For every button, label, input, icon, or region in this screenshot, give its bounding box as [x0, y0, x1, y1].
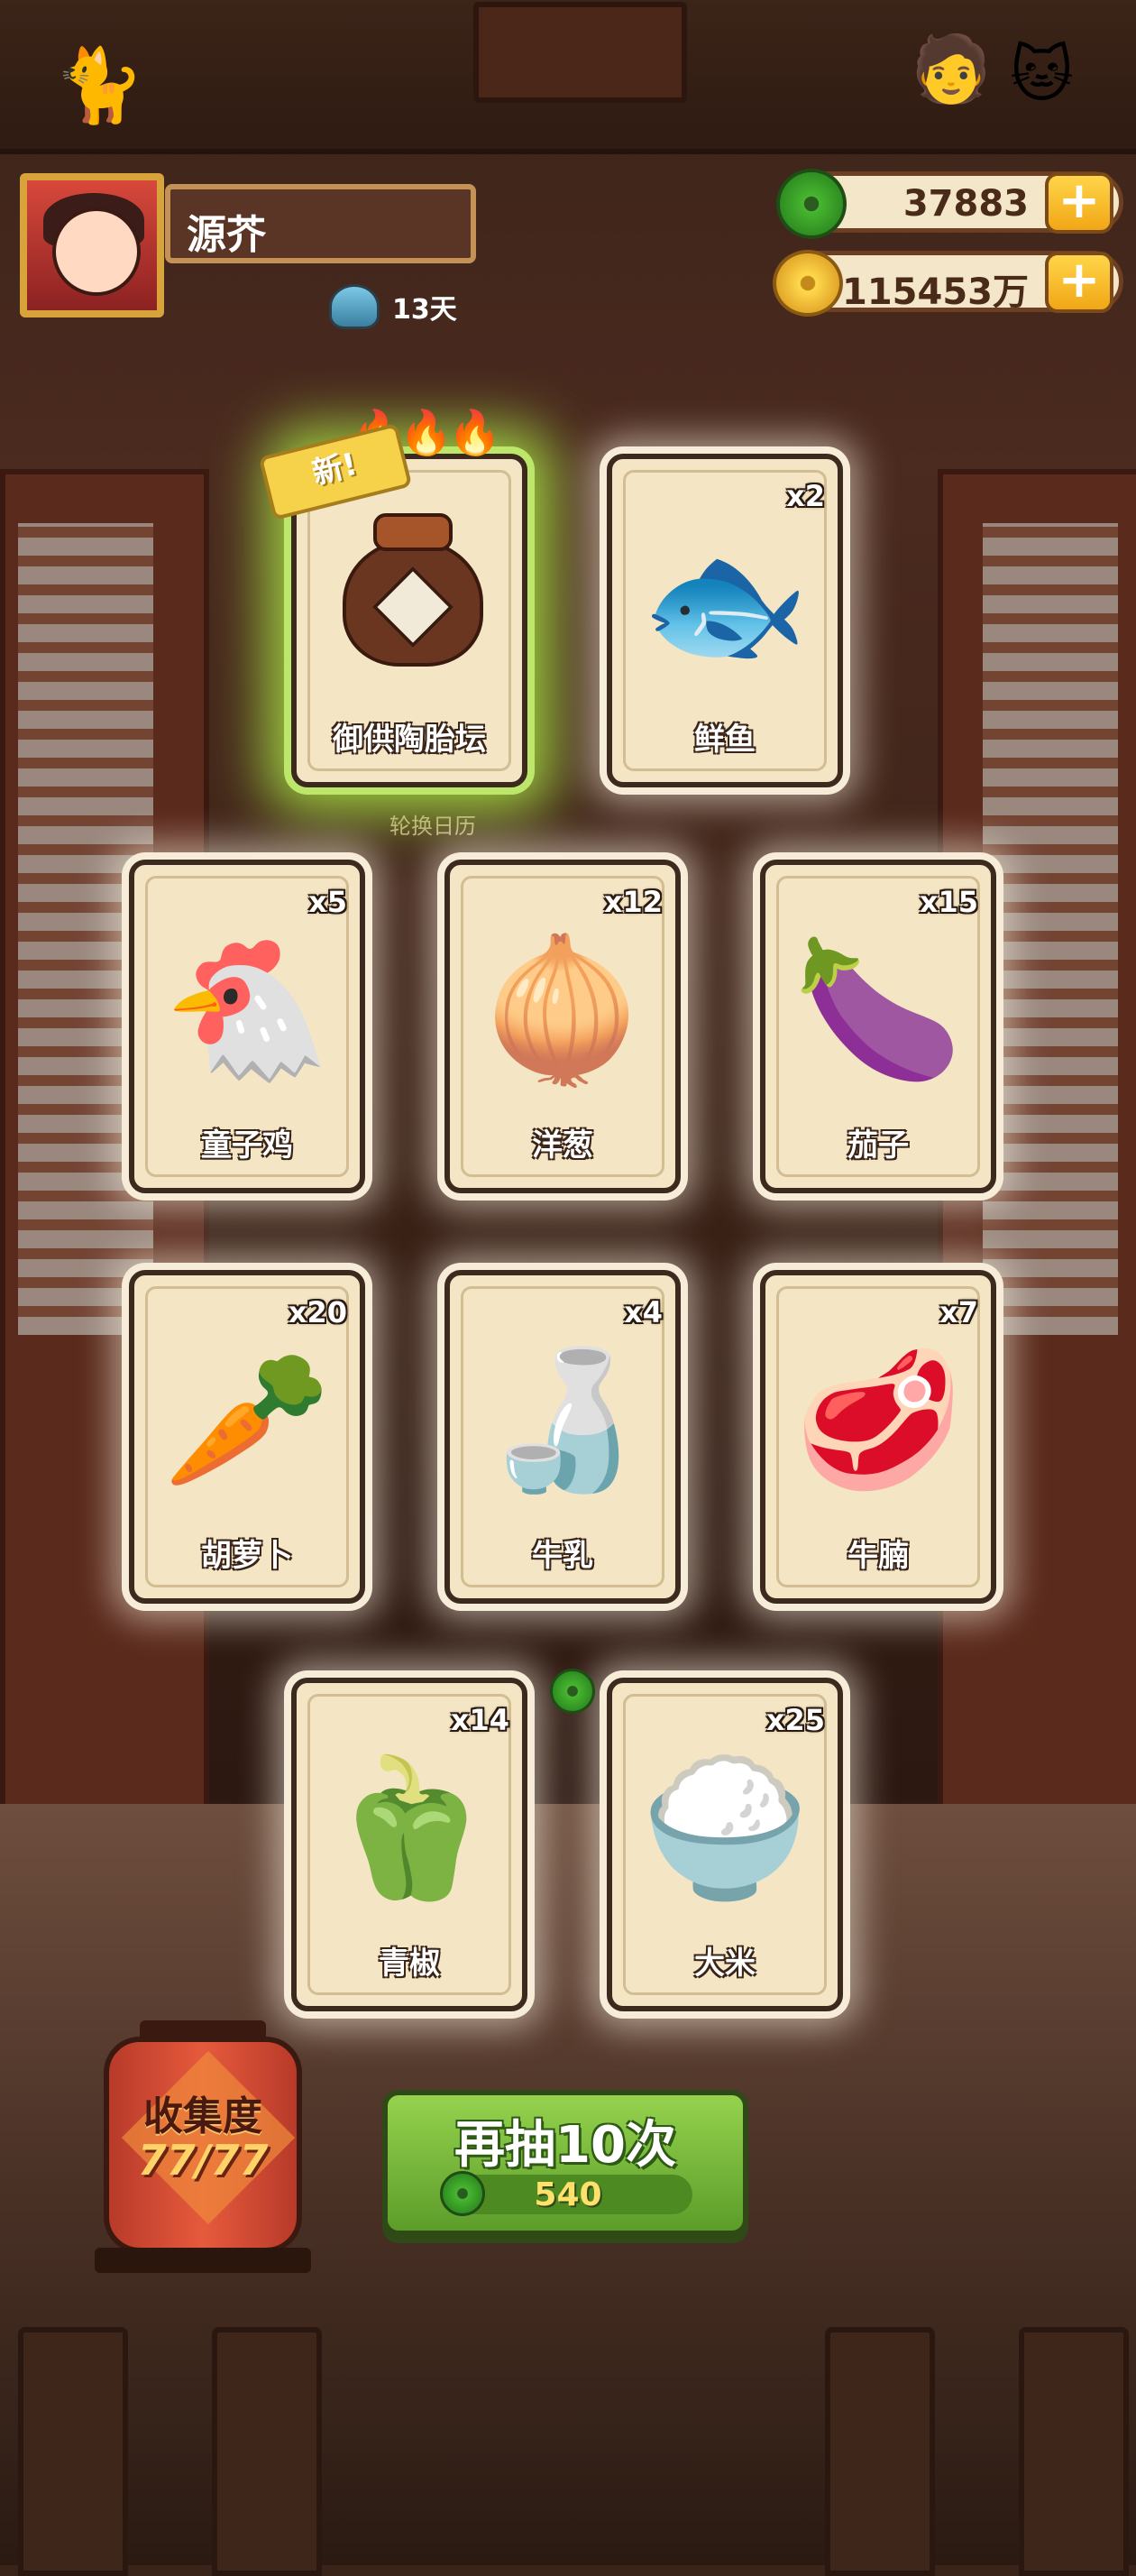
reward-card[interactable]: 🍶 x4 牛乳 [444, 1270, 681, 1604]
card-count: x2 [786, 479, 825, 513]
card-name: 大米 [694, 1946, 756, 1982]
draw-cost: 540 [440, 2171, 692, 2216]
reward-card[interactable]: 🧅 x12 洋葱 [444, 860, 681, 1193]
railing-post [212, 2327, 322, 2576]
jade-amount: 37883 [902, 183, 1029, 225]
collection-title: 收集度 [143, 2093, 262, 2139]
jar-lid [373, 513, 453, 551]
collection-lantern[interactable]: 收集度 77/77 [95, 2020, 311, 2273]
railing-post [18, 2327, 128, 2576]
player-name: 源芥 [187, 212, 266, 258]
add-coin-button[interactable]: + [1045, 252, 1113, 313]
card-name: 洋葱 [532, 1127, 593, 1164]
reward-card[interactable]: 🍚 x25 大米 [607, 1678, 843, 2011]
milk-jar-icon: 🍶 [478, 1342, 647, 1499]
reward-card-featured[interactable]: 🔥🔥🔥 新! 御供陶胎坛 [258, 408, 527, 787]
card-count: x12 [603, 885, 663, 919]
reward-card[interactable]: 🥩 x7 牛腩 [760, 1270, 996, 1604]
railing-post [825, 2327, 935, 2576]
card-name: 茄子 [847, 1127, 909, 1164]
portrait-frame [473, 2, 687, 103]
card-name: 青椒 [379, 1946, 440, 1982]
jade-token-icon [550, 1669, 595, 1714]
figurine-decoration-icon: 🧑 [911, 31, 992, 106]
chicken-icon: 🐔 [162, 932, 332, 1089]
top-shelf: 🐈 🧑 🐱 [0, 0, 1136, 154]
card-name: 鲜鱼 [694, 722, 756, 758]
jade-icon [776, 169, 847, 239]
reward-card[interactable]: 🫑 x14 青椒 [291, 1678, 527, 2011]
card-count: x7 [939, 1295, 978, 1329]
card-count: x4 [624, 1295, 663, 1329]
green-pepper-icon: 🫑 [325, 1750, 494, 1907]
card-name: 童子鸡 [201, 1127, 293, 1164]
card-count: x15 [919, 885, 978, 919]
onion-icon: 🧅 [478, 932, 647, 1089]
reward-card[interactable]: 🐟 x2 鲜鱼 [607, 454, 843, 787]
card-count: x14 [450, 1703, 509, 1737]
coin-currency-bar: 115453万 + [773, 250, 1123, 317]
coin-amount: 115453万 [842, 271, 1029, 313]
card-name: 胡萝卜 [201, 1538, 293, 1574]
reward-card[interactable]: 🍆 x15 茄子 [760, 860, 996, 1193]
kitten-decoration-icon: 🐱 [1010, 40, 1074, 111]
card-count: x5 [308, 885, 347, 919]
player-name-box[interactable]: 源芥 [165, 184, 476, 263]
days-text: 13天 [392, 294, 457, 326]
card-name: 牛乳 [532, 1538, 593, 1574]
collection-value: 77/77 [137, 2136, 269, 2185]
eggplant-icon: 🍆 [793, 932, 963, 1089]
card-count: x25 [765, 1703, 825, 1737]
draw-again-label: 再抽10次 [454, 2116, 676, 2175]
card-name: 御供陶胎坛 [333, 722, 486, 758]
avatar-face [52, 207, 141, 296]
card-name: 牛腩 [847, 1538, 909, 1574]
draw-again-button[interactable]: 再抽10次 540 [382, 2090, 748, 2236]
draw-cost-value: 540 [534, 2176, 602, 2213]
right-lattice [983, 523, 1118, 1335]
reward-card[interactable]: 🥕 x20 胡萝卜 [129, 1270, 365, 1604]
clay-jar-icon [337, 513, 483, 667]
jade-currency-bar: 37883 + [776, 169, 1123, 239]
lantern-base [95, 2248, 311, 2273]
carrot-icon: 🥕 [162, 1342, 332, 1499]
player-avatar[interactable] [20, 173, 164, 317]
add-jade-button[interactable]: + [1045, 172, 1113, 234]
tea-bowl-icon [329, 284, 380, 329]
beef-icon: 🥩 [793, 1342, 963, 1499]
calendar-label: 轮换日历 [389, 814, 476, 839]
cat-decoration-icon: 🐈 [54, 43, 144, 127]
card-count: x20 [288, 1295, 347, 1329]
reward-card[interactable]: 🐔 x5 童子鸡 [129, 860, 365, 1193]
rice-bowl-icon: 🍚 [640, 1750, 810, 1907]
coin-icon [773, 250, 843, 317]
railing-post [1019, 2327, 1129, 2576]
fish-icon: 🐟 [640, 526, 810, 683]
days-indicator: 13天 [329, 284, 457, 329]
